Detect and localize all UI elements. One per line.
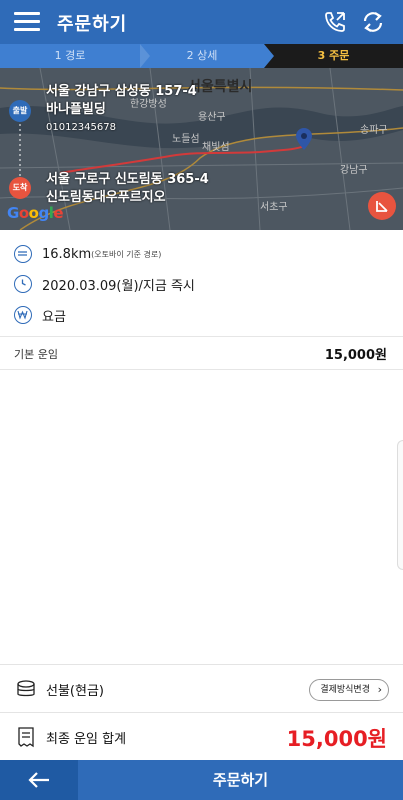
clock-icon: [14, 275, 32, 293]
distance-note: (오토바이 기준 경로): [91, 249, 162, 259]
total-fare-row: 최종 운임 합계 15,000원: [0, 713, 403, 761]
change-payment-label: 결제방식변경: [320, 685, 370, 695]
arrival-address: 서울 구로구 신도림동 365-4 신도림동대우푸르지오: [46, 171, 209, 207]
back-button[interactable]: [0, 760, 78, 800]
fare-title: 요금: [42, 309, 66, 325]
total-fare-label: 최종 운임 합계: [46, 732, 127, 747]
distance-value: 16.8km: [42, 246, 92, 262]
payment-summary: 선불(현금) 결제방식변경 › 최종 운임 합계 15,000원: [0, 664, 403, 760]
bottom-action-bar: 주문하기: [0, 760, 403, 800]
arrival-building: 신도림동대우푸르지오: [46, 190, 166, 205]
destination-pin-icon: [296, 128, 312, 150]
expand-arrow-icon[interactable]: [368, 192, 396, 220]
departure-street: 서울 강남구 삼성동 157-4: [46, 84, 197, 99]
base-fare-label: 기본 운임: [14, 348, 58, 361]
datetime-value: 2020.03.09(월)/지금 즉시: [42, 278, 195, 294]
hamburger-menu-icon[interactable]: [14, 12, 40, 32]
departure-building: 바나플빌딩: [46, 102, 106, 117]
base-fare-row: 기본 운임 15,000원: [0, 336, 403, 370]
datetime-row: 2020.03.09(월)/지금 즉시: [14, 272, 195, 296]
page-title: 주문하기: [57, 14, 128, 35]
payment-method: 선불(현금): [46, 684, 104, 699]
arrival-street: 서울 구로구 신도림동 365-4: [46, 172, 209, 187]
step-order: 3 주문: [264, 44, 403, 68]
phone-call-icon[interactable]: [322, 9, 348, 35]
step-detail: 2 상세: [186, 49, 218, 62]
fare-title-row: 요금: [14, 303, 66, 327]
distance-row: 16.8km (오토바이 기준 경로): [14, 242, 161, 266]
departure-address: 서울 강남구 삼성동 157-4 바나플빌딩 01012345678: [46, 83, 197, 137]
departure-phone: 01012345678: [46, 122, 116, 133]
payment-method-row: 선불(현금) 결제방식변경 ›: [0, 665, 403, 713]
order-button[interactable]: 주문하기: [78, 760, 403, 800]
route-map[interactable]: 한강방성 용산구 노들섬 채빛섬 강남구 송파구 서초구 서울특별시 출발 서울…: [0, 68, 403, 230]
coins-icon: [17, 680, 35, 697]
progress-steps: 1 경로 2 상세 3 주문: [0, 44, 403, 68]
map-area-label: 채빛섬: [202, 142, 230, 153]
step-route: 1 경로: [54, 49, 86, 62]
app-bar: 주문하기: [0, 0, 403, 44]
base-fare-amount: 15,000원: [324, 348, 387, 363]
side-drawer-handle[interactable]: [397, 440, 403, 570]
map-area-label: 강남구: [340, 165, 368, 176]
map-area-label: 용산구: [198, 112, 226, 123]
won-icon: [14, 306, 32, 324]
chevron-right-icon: ›: [377, 683, 382, 696]
google-logo: Google: [7, 204, 64, 222]
map-area-label: 서초구: [260, 202, 288, 213]
receipt-icon: [18, 727, 34, 748]
distance-icon: [14, 245, 32, 263]
map-area-label: 송파구: [360, 125, 388, 136]
back-arrow-icon: [28, 772, 49, 788]
departure-badge: 출발: [9, 100, 31, 122]
change-payment-button[interactable]: 결제방식변경 ›: [309, 679, 389, 701]
map-city-label: 서울특별시: [188, 79, 253, 95]
total-fare-amount: 15,000원: [286, 727, 387, 751]
order-page: 주문하기 1 경로 2 상세 3 주문 한강방성 용산구 노들섬 채빛섬 강남구…: [0, 0, 403, 800]
arrival-badge: 도착: [9, 177, 31, 199]
refresh-icon[interactable]: [360, 9, 386, 35]
step-separator: [264, 44, 274, 68]
